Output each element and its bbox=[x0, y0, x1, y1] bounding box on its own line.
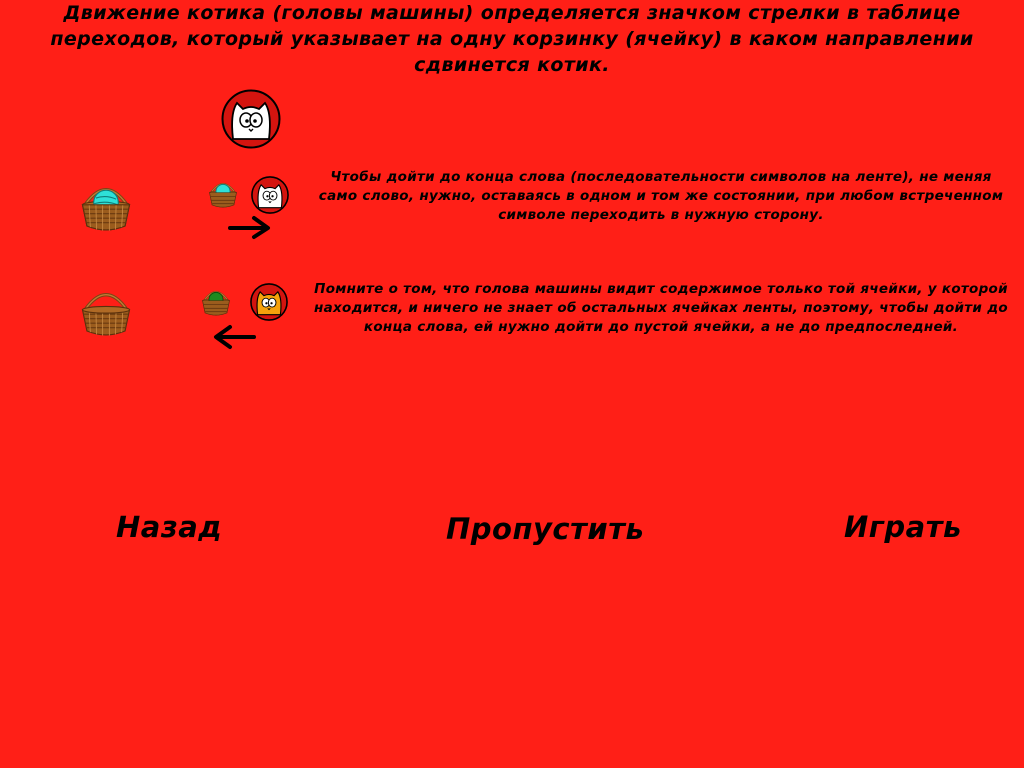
hint-text-1: Чтобы дойти до конца слова (последовател… bbox=[318, 169, 1004, 223]
hint-text-2: Помните о том, что голова машины видит с… bbox=[314, 281, 1008, 335]
empty-basket-icon bbox=[78, 282, 134, 342]
cat-head-icon bbox=[221, 89, 281, 149]
back-button[interactable]: Назад bbox=[116, 510, 222, 544]
page-title: Движение котика (головы машины) определя… bbox=[50, 2, 974, 76]
cat-white-icon bbox=[251, 176, 289, 214]
cat-orange-icon bbox=[250, 283, 288, 321]
left-arrow-icon bbox=[214, 325, 256, 349]
small-basket-green-yarn-icon bbox=[200, 285, 232, 319]
small-basket-with-yarn-icon bbox=[207, 177, 239, 211]
skip-button[interactable]: Пропустить bbox=[446, 512, 644, 546]
right-arrow-icon bbox=[228, 216, 270, 239]
play-button[interactable]: Играть bbox=[844, 510, 962, 544]
basket-with-yarn-icon bbox=[78, 176, 134, 238]
